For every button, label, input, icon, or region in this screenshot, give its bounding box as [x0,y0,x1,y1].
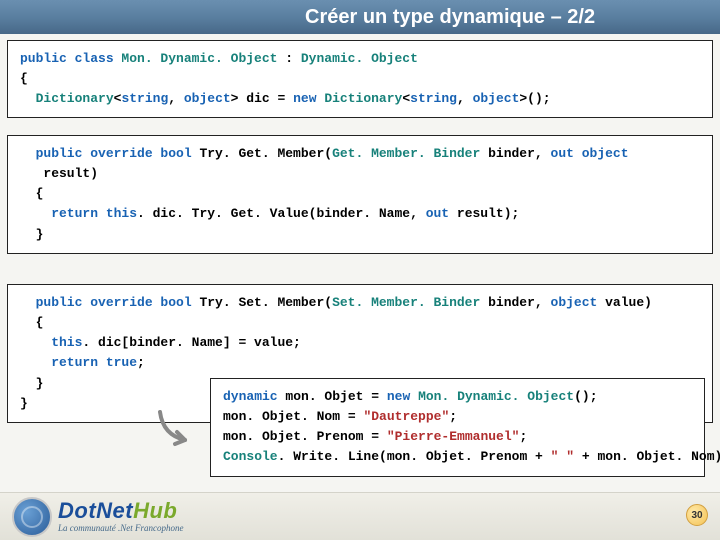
arrow-icon [155,410,205,450]
slide-number: 30 [686,504,708,526]
code-line: public override bool Try. Set. Member(Se… [20,293,700,313]
code-line: dynamic mon. Objet = new Mon. Dynamic. O… [223,387,692,407]
code-line: mon. Objet. Nom = "Dautreppe"; [223,407,692,427]
logo-block: DotNetHub La communauté .Net Francophone [0,497,183,537]
code-box-2: public override bool Try. Get. Member(Ge… [7,135,713,254]
title-bar: Créer un type dynamique – 2/2 [0,0,720,34]
code-line: Dictionary<string, object> dic = new Dic… [20,89,700,109]
logo-main: DotNetHub [58,500,183,522]
logo-badge-icon [12,497,52,537]
logo-text: DotNetHub La communauté .Net Francophone [58,500,183,533]
code-line: Console. Write. Line(mon. Objet. Prenom … [223,447,692,467]
code-line: { [20,69,700,89]
footer: DotNetHub La communauté .Net Francophone… [0,492,720,540]
code-line: this. dic[binder. Name] = value; [20,333,700,353]
code-box-1: public class Mon. Dynamic. Object : Dyna… [7,40,713,118]
code-line: public override bool Try. Get. Member(Ge… [20,144,700,164]
code-line: } [20,225,700,245]
code-line: return this. dic. Try. Get. Value(binder… [20,204,700,224]
code-line: { [20,313,700,333]
code-line: mon. Objet. Prenom = "Pierre-Emmanuel"; [223,427,692,447]
code-line: public class Mon. Dynamic. Object : Dyna… [20,49,700,69]
logo-sub: La communauté .Net Francophone [58,524,183,533]
code-line: result) [20,164,700,184]
code-line: return true; [20,353,700,373]
page-title: Créer un type dynamique – 2/2 [305,6,595,29]
code-box-4: dynamic mon. Objet = new Mon. Dynamic. O… [210,378,705,477]
code-line: { [20,184,700,204]
